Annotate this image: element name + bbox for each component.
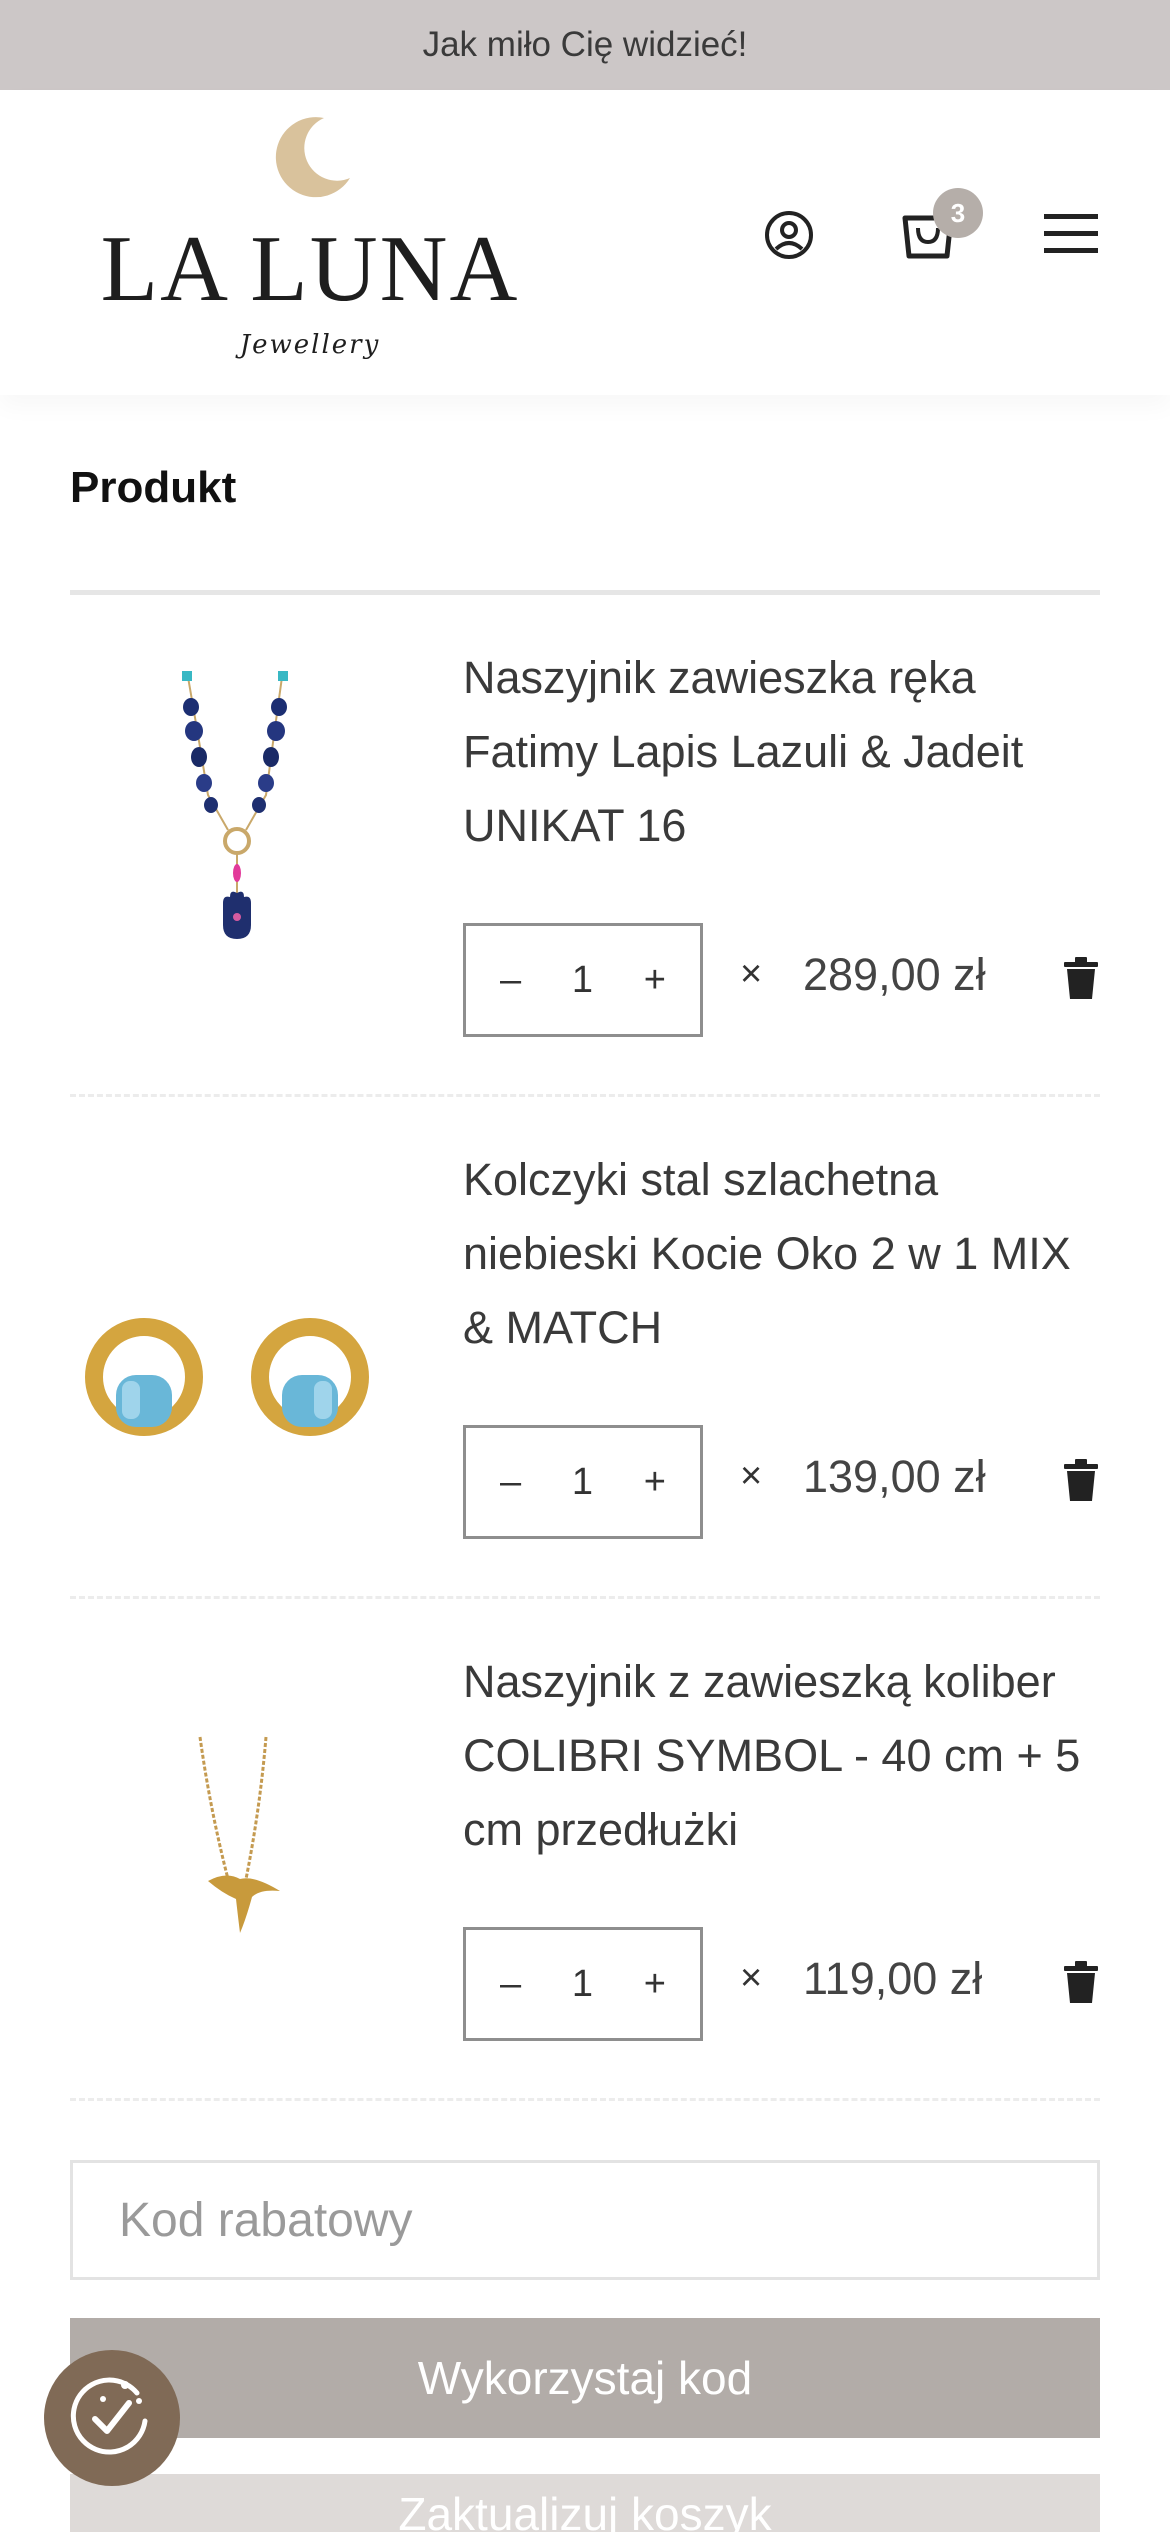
cart-item: Naszyjnik z zawieszką koliber COLIBRI SY… bbox=[70, 1599, 1100, 2101]
product-image-earrings[interactable] bbox=[70, 1147, 410, 1487]
product-name[interactable]: Kolczyki stal szlachetna niebieski Kocie… bbox=[463, 1143, 1100, 1365]
apply-coupon-button[interactable]: Wykorzystaj kod bbox=[70, 2318, 1100, 2438]
product-image-hummingbird-necklace[interactable] bbox=[70, 1649, 410, 1989]
qty-increase-button[interactable]: + bbox=[644, 1461, 666, 1504]
qty-decrease-button[interactable]: – bbox=[500, 959, 521, 1002]
cart-count-badge: 3 bbox=[933, 188, 983, 238]
account-button[interactable] bbox=[756, 202, 822, 268]
times-sign: × bbox=[740, 953, 763, 995]
announcement-text: Jak miło Cię widzieć! bbox=[422, 25, 748, 64]
product-name[interactable]: Naszyjnik zawieszka ręka Fatimy Lapis La… bbox=[463, 641, 1100, 863]
trash-icon[interactable] bbox=[1062, 1961, 1100, 2003]
trash-icon[interactable] bbox=[1062, 957, 1100, 999]
qty-decrease-button[interactable]: – bbox=[500, 1963, 521, 2006]
coupon-input[interactable]: Kod rabatowy bbox=[70, 2160, 1100, 2280]
coupon-placeholder: Kod rabatowy bbox=[119, 2193, 413, 2247]
qty-value[interactable]: 1 bbox=[572, 1963, 593, 2006]
item-price: 139,00 zł bbox=[803, 1451, 986, 1502]
brand-name: LA LUNA bbox=[100, 217, 520, 321]
moon-icon bbox=[275, 117, 350, 198]
account-icon bbox=[765, 211, 813, 259]
quantity-stepper: – 1 + bbox=[463, 1927, 703, 2041]
qty-value[interactable]: 1 bbox=[572, 1461, 593, 1504]
logo[interactable]: LA LUNA Jewellery bbox=[100, 112, 520, 372]
product-image-necklace-fatima[interactable] bbox=[70, 645, 410, 985]
qty-increase-button[interactable]: + bbox=[644, 1963, 666, 2006]
cart-item: Kolczyki stal szlachetna niebieski Kocie… bbox=[70, 1097, 1100, 1599]
menu-icon bbox=[1044, 214, 1098, 253]
brand-tagline: Jewellery bbox=[239, 330, 381, 360]
menu-button[interactable] bbox=[1040, 208, 1102, 260]
item-price: 119,00 zł bbox=[803, 1953, 983, 2004]
times-sign: × bbox=[740, 1455, 763, 1497]
times-sign: × bbox=[740, 1957, 763, 1999]
site-header: LA LUNA Jewellery bbox=[0, 90, 1170, 395]
trash-icon[interactable] bbox=[1062, 1459, 1100, 1501]
update-cart-label: Zaktualizuj koszyk bbox=[398, 2488, 772, 2532]
apply-coupon-label: Wykorzystaj kod bbox=[417, 2352, 753, 2404]
announcement-bar: Jak miło Cię widzieć! bbox=[0, 0, 1170, 90]
quantity-stepper: – 1 + bbox=[463, 1425, 703, 1539]
qty-value[interactable]: 1 bbox=[572, 959, 593, 1002]
quantity-stepper: – 1 + bbox=[463, 923, 703, 1037]
product-column-header: Produkt bbox=[70, 463, 237, 512]
cart-item: Naszyjnik zawieszka ręka Fatimy Lapis La… bbox=[70, 595, 1100, 1097]
cookie-settings-button[interactable] bbox=[44, 2350, 180, 2486]
qty-decrease-button[interactable]: – bbox=[500, 1461, 521, 1504]
cookie-icon bbox=[70, 2377, 148, 2455]
qty-increase-button[interactable]: + bbox=[644, 959, 666, 1002]
item-price: 289,00 zł bbox=[803, 949, 986, 1000]
update-cart-button[interactable]: Zaktualizuj koszyk bbox=[70, 2474, 1100, 2532]
product-name[interactable]: Naszyjnik z zawieszką koliber COLIBRI SY… bbox=[463, 1645, 1100, 1867]
